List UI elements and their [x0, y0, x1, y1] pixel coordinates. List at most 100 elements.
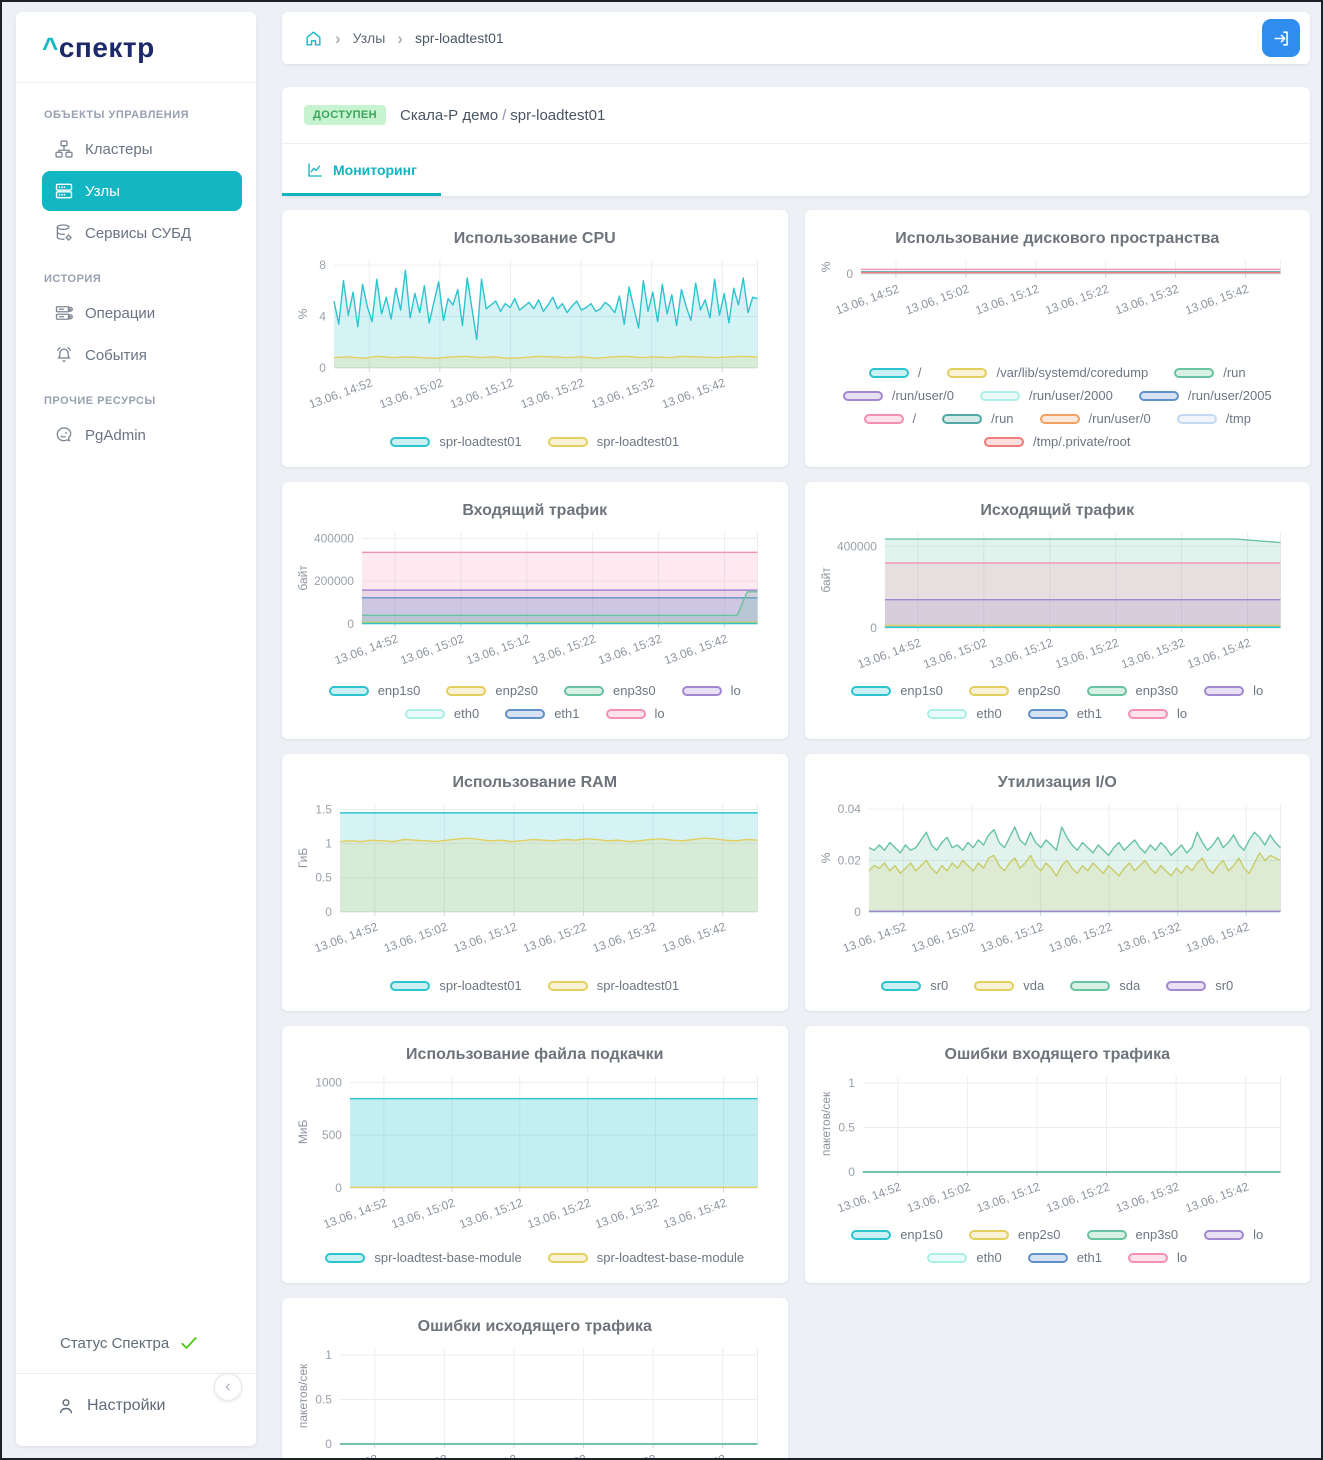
sidebar-item-operations[interactable]: Операции: [42, 293, 242, 333]
chart-legend: spr-loadtest-base-module spr-loadtest-bas…: [296, 1250, 774, 1267]
svg-text:13.06, 15:32: 13.06, 15:32: [1113, 281, 1181, 317]
legend-item[interactable]: spr-loadtest-base-module: [325, 1250, 521, 1265]
sidebar-item-events[interactable]: События: [42, 335, 242, 375]
legend-swatch: [1028, 1253, 1068, 1263]
cpu-chart-canvas[interactable]: 04813.06, 14:5213.06, 15:0213.06, 15:121…: [296, 252, 774, 422]
legend-item[interactable]: enp1s0: [329, 683, 421, 698]
legend-item[interactable]: lo: [682, 683, 741, 698]
sidebar-item-db-services[interactable]: Сервисы СУБД: [42, 213, 242, 253]
swap-chart-canvas[interactable]: 0500100013.06, 14:5213.06, 15:0213.06, 1…: [296, 1068, 774, 1242]
legend-label: vda: [1023, 978, 1044, 993]
legend-item[interactable]: /run/user/2000: [980, 388, 1113, 403]
legend-label: /run: [1223, 365, 1245, 380]
settings-label: Настройки: [87, 1397, 165, 1415]
legend-swatch: [881, 981, 921, 991]
legend-item[interactable]: enp3s0: [1087, 1227, 1179, 1242]
legend-item[interactable]: enp1s0: [851, 1227, 943, 1242]
traffic-in-chart-canvas[interactable]: 020000040000013.06, 14:5213.06, 15:0213.…: [296, 524, 774, 678]
sidebar-item-pgadmin[interactable]: PgAdmin: [42, 415, 242, 455]
legend-label: eth1: [1077, 706, 1102, 721]
sidebar-item-label: События: [85, 347, 147, 364]
svg-text:500: 500: [322, 1128, 342, 1142]
legend-swatch: [1040, 414, 1080, 424]
legend-item[interactable]: eth1: [505, 706, 579, 721]
legend-item[interactable]: lo: [1128, 706, 1187, 721]
svg-text:13.06, 15:32: 13.06, 15:32: [596, 631, 664, 667]
svg-text:13.06, 15:42: 13.06, 15:42: [1185, 635, 1253, 671]
sidebar-item-nodes[interactable]: Узлы: [42, 171, 242, 211]
legend-item[interactable]: eth0: [927, 706, 1001, 721]
legend-swatch: [843, 391, 883, 401]
legend-item[interactable]: spr-loadtest-base-module: [548, 1250, 744, 1265]
legend-row: spr-loadtest01 spr-loadtest01: [296, 434, 774, 449]
legend-item[interactable]: /tmp: [1177, 411, 1251, 426]
legend-row: spr-loadtest01 spr-loadtest01: [296, 978, 774, 993]
legend-item[interactable]: /run/user/0: [1040, 411, 1151, 426]
charts-grid: Использование CPU 04813.06, 14:5213.06, …: [282, 210, 1310, 1458]
legend-item[interactable]: eth1: [1028, 706, 1102, 721]
ram-chart-canvas[interactable]: 00.511.513.06, 14:5213.06, 15:0213.06, 1…: [296, 796, 774, 966]
legend-item[interactable]: /var/lib/systemd/coredump: [947, 365, 1148, 380]
legend-item[interactable]: spr-loadtest01: [548, 434, 679, 449]
legend-item[interactable]: lo: [1128, 1250, 1187, 1265]
legend-swatch: [942, 414, 982, 424]
home-icon[interactable]: [304, 29, 323, 48]
legend-item[interactable]: enp3s0: [564, 683, 656, 698]
legend-item[interactable]: /tmp/.private/root: [984, 434, 1131, 449]
svg-text:13.06, 15:02: 13.06, 15:02: [399, 631, 467, 667]
legend-item[interactable]: /run: [1174, 365, 1245, 380]
legend-label: enp1s0: [900, 1227, 943, 1242]
legend-item[interactable]: sr0: [1166, 978, 1233, 993]
svg-text:%: %: [296, 308, 310, 319]
legend-item[interactable]: spr-loadtest01: [548, 978, 679, 993]
legend-item[interactable]: enp2s0: [969, 1227, 1061, 1242]
legend-item[interactable]: enp2s0: [969, 683, 1061, 698]
legend-item[interactable]: sda: [1070, 978, 1140, 993]
legend-item[interactable]: /: [869, 365, 922, 380]
breadcrumb-nodes[interactable]: Узлы: [353, 30, 386, 46]
legend-item[interactable]: vda: [974, 978, 1044, 993]
legend-item[interactable]: enp2s0: [446, 683, 538, 698]
legend-label: lo: [731, 683, 741, 698]
traffic-out-chart-canvas[interactable]: 040000013.06, 14:5213.06, 15:0213.06, 15…: [819, 524, 1297, 682]
operations-icon: [54, 303, 74, 323]
tab-monitoring[interactable]: Мониторинг: [282, 144, 441, 196]
legend-item[interactable]: spr-loadtest01: [390, 434, 521, 449]
sidebar-collapse-button[interactable]: [214, 1373, 242, 1401]
legend-item[interactable]: lo: [1204, 1227, 1263, 1242]
io-chart-canvas[interactable]: 00.020.0413.06, 14:5213.06, 15:0213.06, …: [819, 796, 1297, 966]
legend-item[interactable]: spr-loadtest01: [390, 978, 521, 993]
legend-item[interactable]: /run: [942, 411, 1013, 426]
legend-label: /run/user/2000: [1029, 388, 1113, 403]
legend-label: enp1s0: [378, 683, 421, 698]
legend-item[interactable]: lo: [1204, 683, 1263, 698]
legend-item[interactable]: eth1: [1028, 1250, 1102, 1265]
svg-text:400000: 400000: [314, 531, 354, 545]
legend-swatch: [980, 391, 1020, 401]
legend-item[interactable]: /run/user/2005: [1139, 388, 1272, 403]
disk-chart-canvas[interactable]: 013.06, 14:5213.06, 15:0213.06, 15:1213.…: [819, 252, 1297, 328]
legend-label: enp1s0: [900, 683, 943, 698]
legend-swatch: [851, 1230, 891, 1240]
legend-item[interactable]: /run/user/0: [843, 388, 954, 403]
legend-item[interactable]: lo: [606, 706, 665, 721]
chart-card-cpu: Использование CPU 04813.06, 14:5213.06, …: [282, 210, 788, 467]
breadcrumb-chevron-icon: ›: [335, 30, 341, 47]
legend-item[interactable]: enp3s0: [1087, 683, 1179, 698]
chart-title: Ошибки исходящего трафика: [296, 1318, 774, 1336]
legend-label: lo: [1253, 1227, 1263, 1242]
svg-text:13.06, 15:22: 13.06, 15:22: [1046, 919, 1114, 955]
logout-button[interactable]: [1262, 19, 1300, 57]
errors-in-chart-canvas[interactable]: 00.5113.06, 14:5213.06, 15:0213.06, 15:1…: [819, 1068, 1297, 1226]
legend-item[interactable]: /: [864, 411, 917, 426]
chart-card-ram: Использование RAM 00.511.513.06, 14:5213…: [282, 754, 788, 1011]
legend-item[interactable]: sr0: [881, 978, 948, 993]
legend-item[interactable]: eth0: [927, 1250, 1001, 1265]
chart-title: Исходящий трафик: [819, 502, 1297, 520]
legend-item[interactable]: enp1s0: [851, 683, 943, 698]
monitoring-icon: [306, 161, 324, 179]
sidebar-item-clusters[interactable]: Кластеры: [42, 129, 242, 169]
legend-label: lo: [1253, 683, 1263, 698]
errors-out-chart-canvas[interactable]: 00.5113.06, 14:5213.06, 15:0213.06, 15:1…: [296, 1340, 774, 1458]
legend-item[interactable]: eth0: [405, 706, 479, 721]
